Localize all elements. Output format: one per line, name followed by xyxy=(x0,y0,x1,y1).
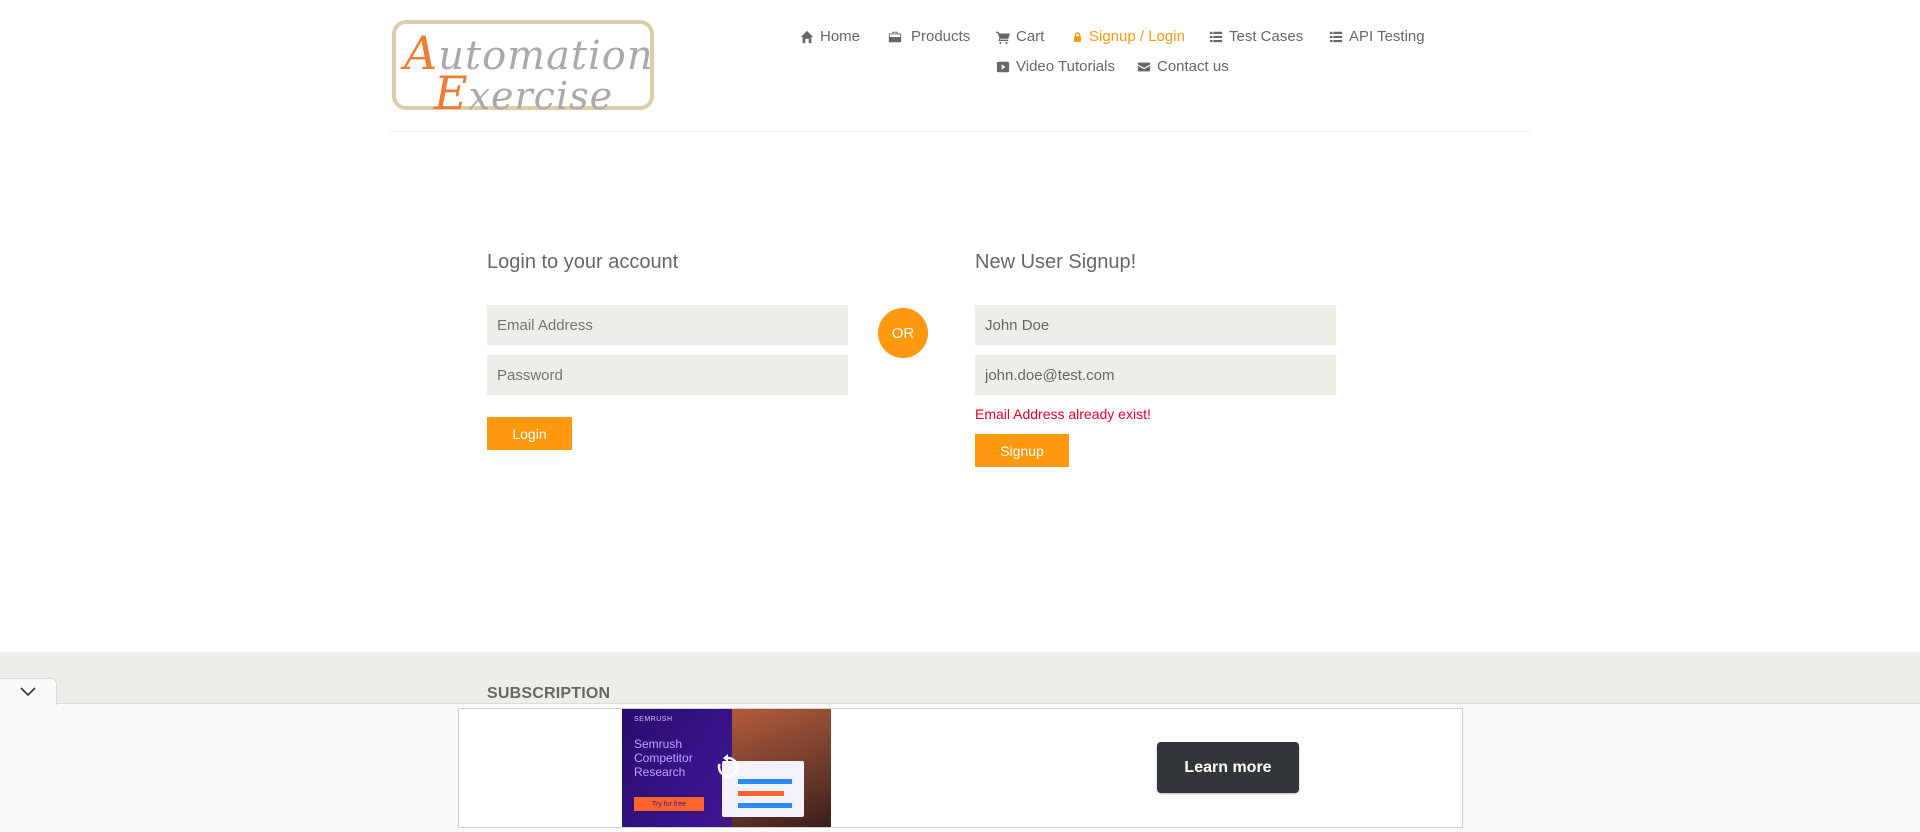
login-button[interactable]: Login xyxy=(487,417,572,450)
lock-icon xyxy=(1074,31,1081,42)
login-title: Login to your account xyxy=(487,251,679,273)
replay-icon[interactable] xyxy=(714,753,742,781)
home-icon xyxy=(800,30,814,43)
signup-title: New User Signup! xyxy=(975,251,1137,273)
nav-test-cases[interactable]: Test Cases xyxy=(1209,28,1303,45)
learn-more-button[interactable]: Learn more xyxy=(1157,742,1299,793)
or-badge: OR xyxy=(878,308,928,358)
login-password-input[interactable] xyxy=(487,355,848,395)
nav-video-tutorials[interactable]: Video Tutorials xyxy=(996,58,1115,75)
ad-frame[interactable] xyxy=(458,708,1463,828)
nav-products[interactable]: Products xyxy=(888,28,970,45)
signup-button[interactable]: Signup xyxy=(975,434,1069,467)
nav-api-testing[interactable]: API Testing xyxy=(1329,28,1425,45)
cart-icon xyxy=(996,31,1010,44)
nav-signup-login[interactable]: Signup / Login xyxy=(1072,28,1185,45)
subscription-heading: SUBSCRIPTION xyxy=(487,685,611,702)
nav-contact-us[interactable]: Contact us xyxy=(1137,58,1229,75)
briefcase-icon xyxy=(888,31,902,42)
list-icon xyxy=(1209,31,1223,42)
youtube-icon xyxy=(996,61,1010,72)
login-email-input[interactable] xyxy=(487,305,848,345)
chevron-down-icon xyxy=(20,687,36,697)
ad-headline: Semrush Competitor Research xyxy=(634,737,693,779)
signup-email-input[interactable] xyxy=(975,355,1336,395)
ad-brand: SEMRUSH xyxy=(634,716,673,723)
ad-cta: Try for free xyxy=(634,797,704,811)
nav-cart[interactable]: Cart xyxy=(996,28,1044,45)
site-header: Automation Exercise xyxy=(388,0,1532,132)
ad-collapse-toggle[interactable] xyxy=(0,678,57,705)
signup-error-message: Email Address already exist! xyxy=(975,406,1151,422)
nav-home[interactable]: Home xyxy=(800,28,860,45)
site-logo[interactable]: Automation Exercise xyxy=(392,20,654,120)
list-icon xyxy=(1329,31,1343,42)
logo-line-2: Exercise xyxy=(434,66,614,120)
signup-name-input[interactable] xyxy=(975,305,1336,345)
envelope-icon xyxy=(1137,62,1151,71)
